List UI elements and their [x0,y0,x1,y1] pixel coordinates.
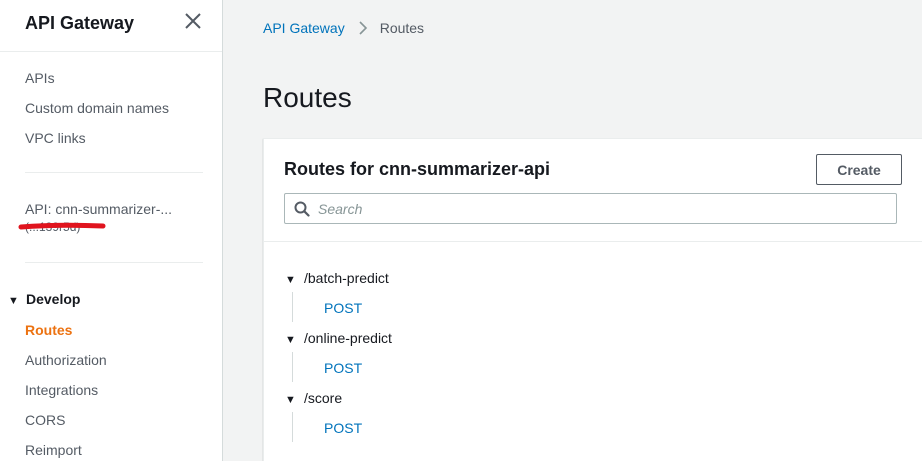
route-method-link[interactable]: POST [324,300,362,316]
sidebar-divider [25,172,203,173]
search-input[interactable] [318,198,888,219]
sidebar: API Gateway APIs Custom domain names VPC… [0,0,223,461]
sidebar-header: API Gateway [0,0,222,52]
breadcrumb-link-api-gateway[interactable]: API Gateway [263,20,345,36]
page-title: Routes [263,82,352,113]
route-method-link[interactable]: POST [324,360,362,376]
route-path-label: /score [304,390,343,406]
panel-header: Routes for cnn-summarizer-api Create [264,139,922,242]
sidebar-item-vpc-links[interactable]: VPC links [25,130,86,146]
sidebar-item-apis[interactable]: APIs [25,70,55,86]
sidebar-title: API Gateway [25,13,135,33]
chevron-right-icon [359,21,367,35]
sidebar-section-develop[interactable]: ▼ Develop [8,291,80,307]
create-button[interactable]: Create [816,154,902,185]
sidebar-divider [25,262,203,263]
breadcrumb: API Gateway Routes [263,20,424,36]
sidebar-item-authorization[interactable]: Authorization [25,352,107,368]
route-tree-line [292,352,293,382]
search-icon [294,201,310,217]
route-path-label: /batch-predict [304,270,389,286]
caret-down-icon: ▼ [285,274,296,286]
route-node-batch-predict[interactable]: ▼ /batch-predict [285,270,389,286]
routes-panel: Routes for cnn-summarizer-api Create ▼ /b… [263,138,922,461]
route-tree-line [292,292,293,322]
route-node-score[interactable]: ▼ /score [285,390,342,406]
sidebar-item-cors[interactable]: CORS [25,412,65,428]
route-method-link[interactable]: POST [324,420,362,436]
sidebar-item-routes[interactable]: Routes [25,322,72,338]
sidebar-section-label: Develop [26,291,81,307]
sidebar-api-name[interactable]: API: cnn-summarizer-... [25,201,172,217]
breadcrumb-current: Routes [379,20,425,36]
redaction-mark [18,222,106,230]
sidebar-item-reimport[interactable]: Reimport [25,442,82,458]
route-node-online-predict[interactable]: ▼ /online-predict [285,330,392,346]
search-box[interactable] [284,193,897,224]
close-icon[interactable] [184,12,202,30]
route-path-label: /online-predict [304,330,392,346]
caret-down-icon: ▼ [285,394,296,406]
caret-down-icon: ▼ [8,295,19,307]
route-tree-line [292,412,293,442]
panel-title: Routes for cnn-summarizer-api [284,159,551,179]
caret-down-icon: ▼ [285,334,296,346]
sidebar-item-custom-domain-names[interactable]: Custom domain names [25,100,169,116]
sidebar-item-integrations[interactable]: Integrations [25,382,98,398]
